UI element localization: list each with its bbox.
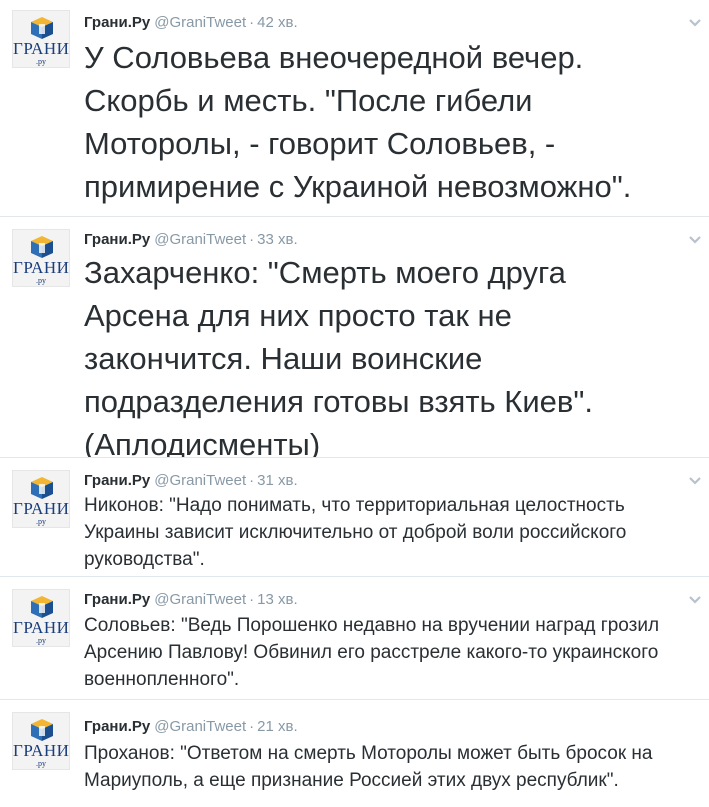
avatar[interactable]: ГРАНИ .ру (12, 470, 70, 528)
avatar-wordmark: ГРАНИ (13, 618, 70, 637)
author-handle[interactable]: @GraniTweet (154, 231, 246, 248)
tweet-time[interactable]: 13 хв. (257, 591, 298, 608)
chevron-down-icon[interactable] (689, 18, 701, 28)
grani-logo-cube-icon (31, 596, 53, 618)
tweet-header: Грани.Ру @GraniTweet · 21 хв. (84, 718, 298, 736)
author-name[interactable]: Грани.Ру (84, 472, 150, 489)
tweet-header: Грани.Ру @GraniTweet · 13 хв. (84, 591, 298, 609)
tweet-time[interactable]: 33 хв. (257, 231, 298, 248)
avatar[interactable]: ГРАНИ .ру (12, 10, 70, 68)
avatar-wordmark: ГРАНИ (13, 741, 70, 760)
tweet[interactable]: ГРАНИ .ру Грани.Ру @GraniTweet · 42 хв. У С… (0, 0, 709, 216)
tweet[interactable]: ГРАНИ .ру Грани.Ру @GraniTweet · 21 хв. Про… (0, 700, 709, 807)
avatar-wordmark: ГРАНИ (13, 258, 70, 277)
avatar-subtext: .ру (36, 57, 46, 66)
avatar[interactable]: ГРАНИ .ру (12, 229, 70, 287)
tweet-time[interactable]: 42 хв. (257, 14, 298, 31)
avatar-subtext: .ру (36, 517, 46, 526)
tweet-feed: ГРАНИ .ру Грани.Ру @GraniTweet · 42 хв. У С… (0, 0, 709, 807)
grani-logo-cube-icon (31, 17, 53, 39)
meta-separator: · (249, 718, 255, 735)
author-handle[interactable]: @GraniTweet (154, 591, 246, 608)
tweet-text: Соловьев: "Ведь Порошенко недавно на вру… (84, 615, 660, 690)
chevron-down-icon[interactable] (689, 235, 701, 245)
author-name[interactable]: Грани.Ру (84, 14, 150, 31)
tweet-time[interactable]: 31 хв. (257, 472, 298, 489)
meta-separator: · (249, 14, 255, 31)
author-handle[interactable]: @GraniTweet (154, 718, 246, 735)
tweet[interactable]: ГРАНИ .ру Грани.Ру @GraniTweet · 13 хв. Сол… (0, 577, 709, 699)
avatar-wordmark: ГРАНИ (13, 499, 70, 518)
tweet[interactable]: ГРАНИ .ру Грани.Ру @GraniTweet · 33 хв. Зах… (0, 217, 709, 462)
author-name[interactable]: Грани.Ру (84, 231, 150, 248)
chevron-down-icon[interactable] (689, 595, 701, 605)
tweet-header: Грани.Ру @GraniTweet · 42 хв. (84, 14, 298, 32)
avatar-subtext: .ру (36, 759, 46, 768)
grani-logo-cube-icon (31, 719, 53, 741)
tweet[interactable]: ГРАНИ .ру Грани.Ру @GraniTweet · 31 хв. Ник… (0, 458, 709, 576)
avatar[interactable]: ГРАНИ .ру (12, 712, 70, 770)
tweet-header: Грани.Ру @GraniTweet · 31 хв. (84, 472, 298, 490)
author-name[interactable]: Грани.Ру (84, 718, 150, 735)
tweet-text: У Соловьева внеочередной вечер. Скорбь и… (84, 40, 632, 204)
tweet-text: Захарченко: "Смерть моего друга Арсена д… (84, 255, 593, 462)
avatar-subtext: .ру (36, 276, 46, 285)
tweet-text: Проханов: "Ответом на смерть Моторолы мо… (84, 743, 653, 791)
tweet-text: Никонов: "Надо понимать, что территориал… (84, 495, 627, 570)
avatar[interactable]: ГРАНИ .ру (12, 589, 70, 647)
avatar-subtext: .ру (36, 636, 46, 645)
chevron-down-icon[interactable] (689, 476, 701, 486)
meta-separator: · (249, 472, 255, 489)
author-handle[interactable]: @GraniTweet (154, 14, 246, 31)
meta-separator: · (249, 231, 255, 248)
avatar-wordmark: ГРАНИ (13, 39, 70, 58)
author-name[interactable]: Грани.Ру (84, 591, 150, 608)
author-handle[interactable]: @GraniTweet (154, 472, 246, 489)
grani-logo-cube-icon (31, 236, 53, 258)
tweet-time[interactable]: 21 хв. (257, 718, 298, 735)
tweet-header: Грани.Ру @GraniTweet · 33 хв. (84, 231, 298, 249)
grani-logo-cube-icon (31, 477, 53, 499)
meta-separator: · (249, 591, 255, 608)
